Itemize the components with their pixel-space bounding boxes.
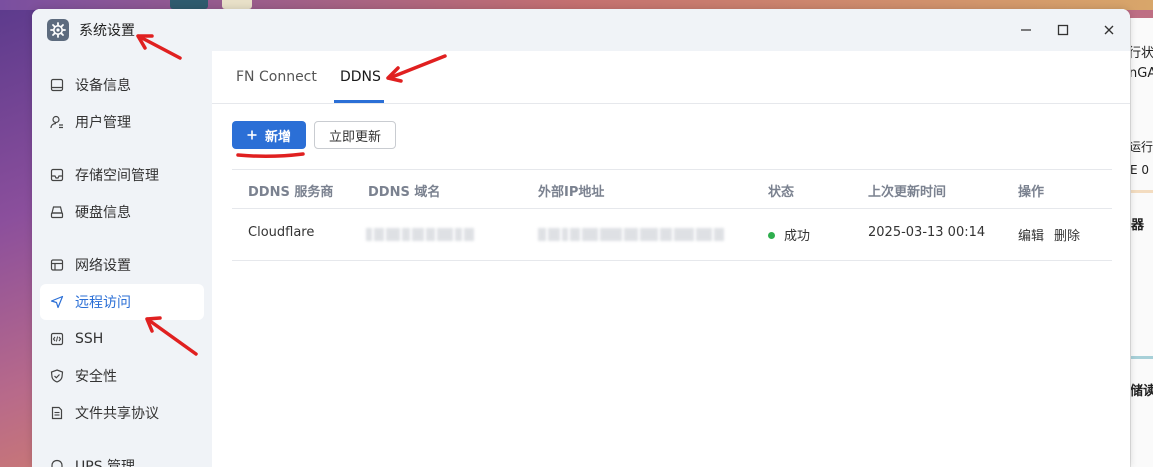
window-title: 系统设置 [79,23,135,39]
sidebar-item-ssh[interactable]: SSH [40,321,204,357]
table-row[interactable]: Cloudflare 成功 2025-03-13 00:14 编辑 删除 [232,207,1112,261]
storage-icon [50,168,64,182]
sidebar-item-label: 用户管理 [75,115,131,131]
sidebar-item-device-info[interactable]: 设备信息 [40,67,204,103]
delete-link[interactable]: 删除 [1054,225,1080,244]
background-window-text: 行状 [1131,46,1153,61]
sidebar-item-label: 安全性 [75,369,117,385]
title-bar[interactable]: 系统设置 [32,9,1130,51]
device-info-icon [50,78,64,92]
active-tab-indicator [334,100,384,103]
sidebar-item-security[interactable]: 安全性 [40,358,204,394]
background-window-bar [1131,190,1153,193]
sidebar-item-label: 存储空间管理 [75,168,159,184]
status-text: 成功 [784,229,811,244]
cell-provider: Cloudflare [248,225,315,240]
minimize-icon [1021,29,1031,31]
sidebar-item-user-management[interactable]: 用户管理 [40,104,204,140]
background-window-text: 器 [1131,218,1145,233]
network-icon [50,258,64,272]
disk-icon [50,205,64,219]
taskbar-thumbnail[interactable] [222,0,252,9]
settings-window: 系统设置 设备信息 用户管理 存储空间管理 硬盘信息 网络设置 远程访问 SSH… [32,9,1130,467]
column-header-external-ip: 外部IP地址 [538,185,605,200]
add-button-label: 新增 [264,129,291,145]
maximize-icon [1057,24,1069,36]
user-icon [50,115,64,129]
column-header-provider: DDNS 服务商 [248,185,334,200]
sidebar-item-network[interactable]: 网络设置 [40,247,204,283]
sidebar-item-label: 文件共享协议 [75,406,159,422]
ups-icon [50,459,64,467]
sidebar-item-disk-info[interactable]: 硬盘信息 [40,194,204,230]
sidebar-item-label: 硬盘信息 [75,205,131,221]
sidebar-item-label: SSH [75,331,104,347]
sidebar-item-storage[interactable]: 存储空间管理 [40,157,204,193]
column-header-domain: DDNS 域名 [368,185,441,200]
minimize-button[interactable] [1013,18,1039,42]
edit-link[interactable]: 编辑 [1018,225,1044,244]
document-icon [50,406,64,420]
tab-bar: FN Connect DDNS [212,51,1130,104]
cell-domain-redacted [366,226,476,241]
column-header-last-update: 上次更新时间 [868,185,947,200]
settings-gear-icon [47,19,69,41]
background-window-text: 运行 [1130,140,1153,154]
plus-icon [247,130,257,140]
send-icon [50,295,64,309]
add-button[interactable]: 新增 [232,121,306,149]
background-window-bar [1131,356,1153,359]
cell-ip-redacted [538,226,726,241]
sidebar-item-label: 网络设置 [75,258,131,274]
sidebar: 设备信息 用户管理 存储空间管理 硬盘信息 网络设置 远程访问 SSH 安全性 … [32,51,212,467]
cell-last-update: 2025-03-13 00:14 [868,225,986,240]
cell-status: 成功 [768,225,810,244]
background-window-text: E 0 时 [1130,163,1153,177]
close-button[interactable] [1096,18,1122,42]
column-header-status: 状态 [768,185,795,200]
maximize-button[interactable] [1050,18,1076,42]
code-icon [50,332,64,346]
background-window-text: nGA [1131,66,1153,81]
shield-icon [50,369,64,383]
sidebar-item-ups[interactable]: UPS 管理 [40,448,204,467]
sidebar-item-file-sharing[interactable]: 文件共享协议 [40,395,204,431]
background-window-text: 储读 [1130,384,1153,399]
column-header-actions: 操作 [1018,185,1045,200]
sidebar-item-label: 远程访问 [75,295,131,311]
close-icon [1104,25,1114,35]
taskbar-thumbnail[interactable] [170,0,208,9]
background-window[interactable]: 行状 nGA 运行 E 0 时 器 储读 [1130,18,1153,467]
refresh-now-button[interactable]: 立即更新 [314,121,396,149]
sidebar-item-remote-access[interactable]: 远程访问 [40,284,204,320]
status-success-dot [768,232,775,239]
sidebar-item-label: UPS 管理 [75,459,136,467]
main-content: FN Connect DDNS 新增 立即更新 DDNS 服务商 DDNS 域名… [212,51,1130,467]
table-header: DDNS 服务商 DDNS 域名 外部IP地址 状态 上次更新时间 操作 [232,169,1112,209]
tab-ddns[interactable]: DDNS [340,69,381,85]
tab-fn-connect[interactable]: FN Connect [236,69,317,85]
sidebar-item-label: 设备信息 [75,78,131,94]
